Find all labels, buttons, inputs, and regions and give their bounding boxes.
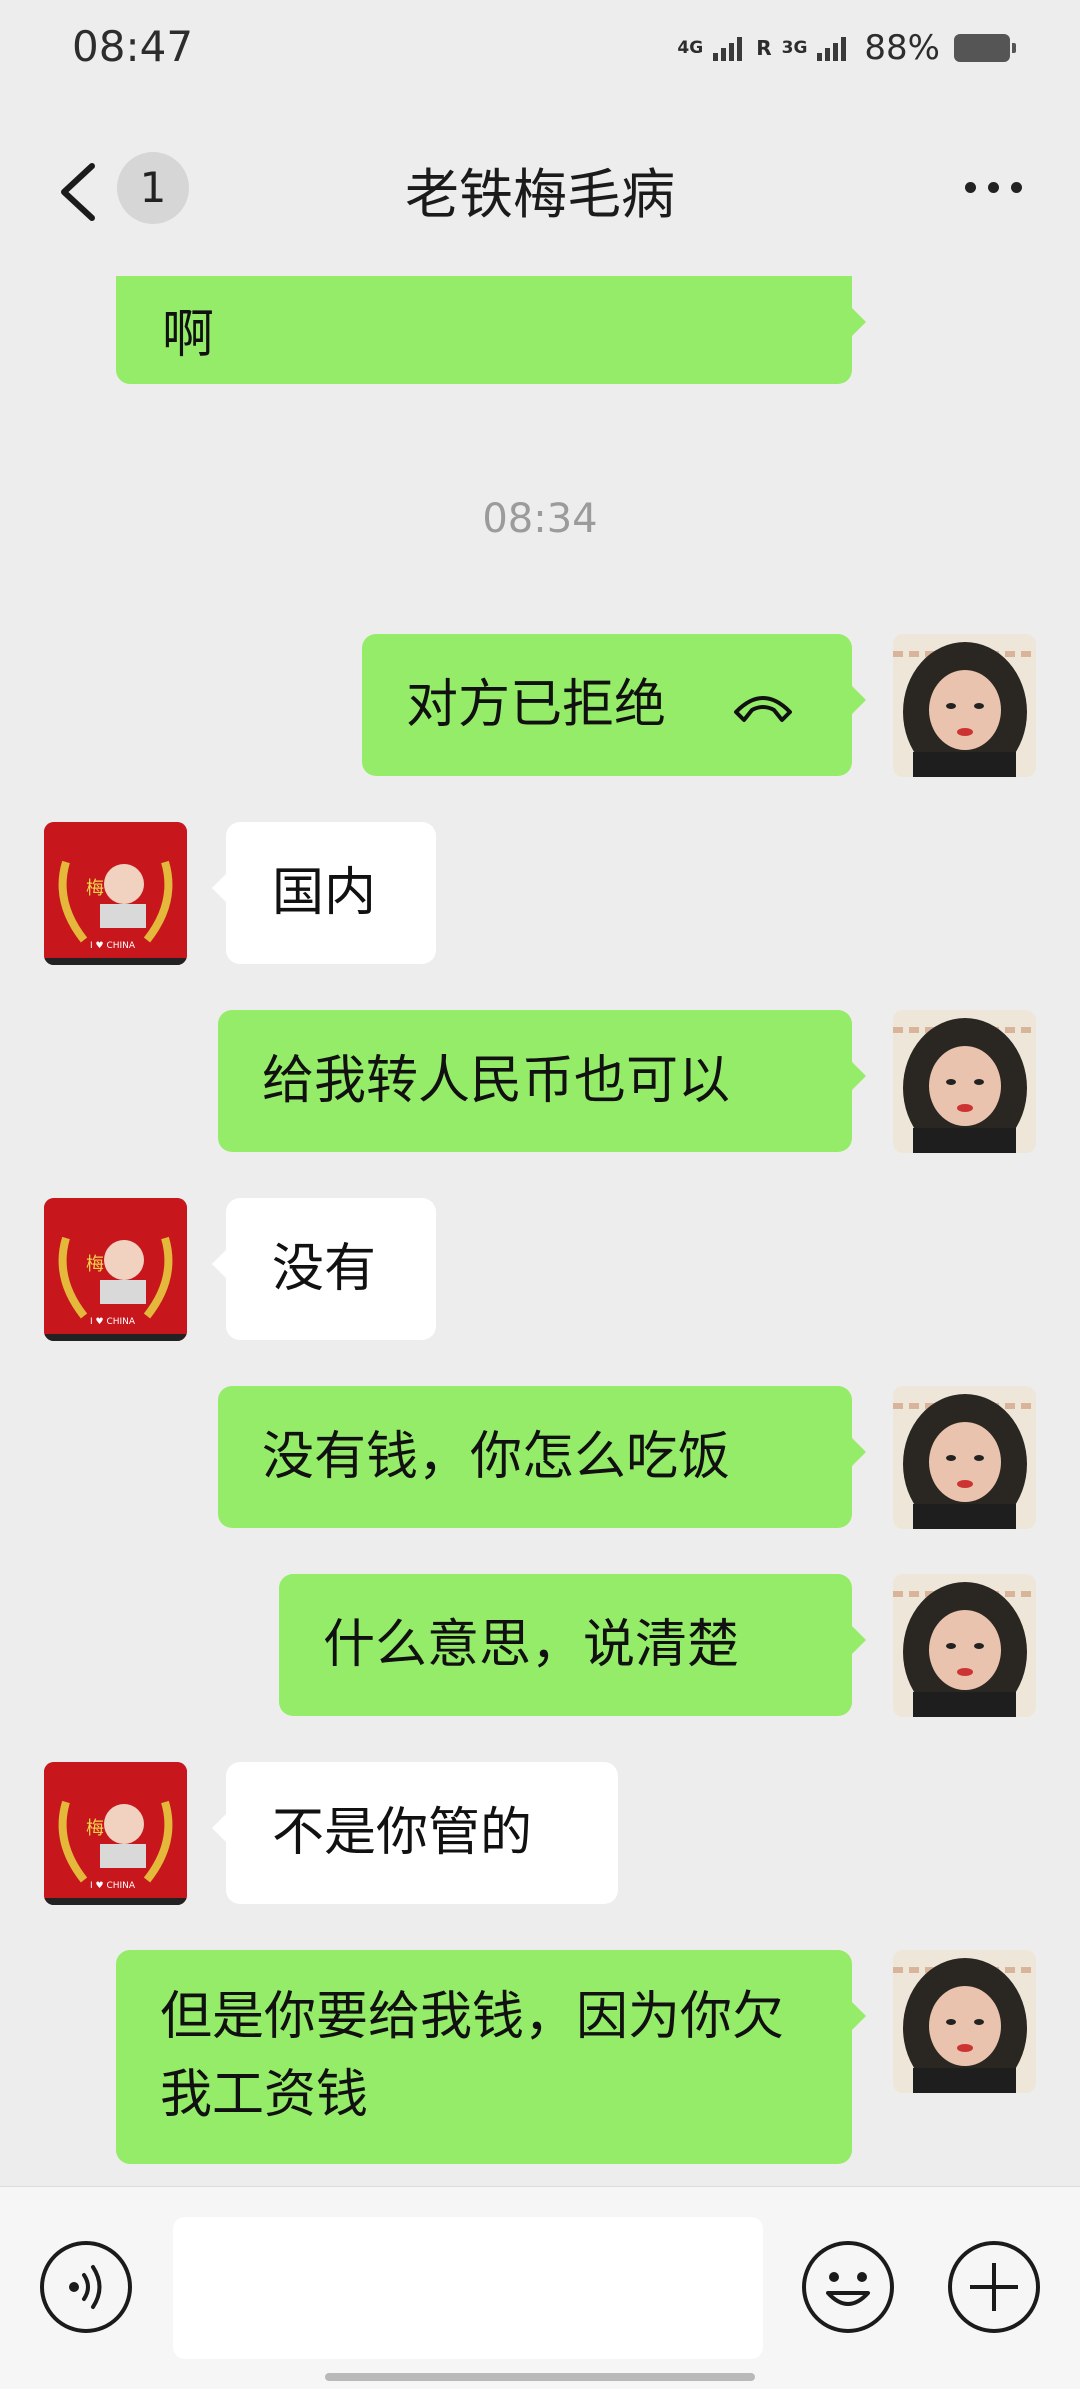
signal-icon-2 <box>817 35 847 61</box>
self-avatar-image <box>893 1386 1036 1529</box>
status-bar: 08:47 4G R 3G 88% <box>0 0 1080 100</box>
message-bubble-in[interactable]: 不是你管的 <box>212 1762 618 1904</box>
status-time: 08:47 <box>72 22 194 71</box>
voice-icon[interactable] <box>38 2239 134 2335</box>
home-indicator[interactable] <box>325 2373 755 2381</box>
message-text: 啊 <box>162 305 215 365</box>
message-bubble-out[interactable]: 但是你要给我钱，因为你欠我工资钱 <box>116 1950 866 2164</box>
self-avatar-image <box>893 1010 1036 1153</box>
contact-avatar[interactable]: 梅 I ♥ CHINA <box>44 822 187 965</box>
self-avatar-image <box>893 1950 1036 2093</box>
message-bubble-out[interactable]: 没有钱，你怎么吃饭 <box>218 1386 866 1528</box>
message-text: 不是你管的 <box>272 1803 533 1863</box>
self-avatar[interactable] <box>893 1574 1036 1717</box>
message-list[interactable]: 啊 08:34 对方已拒绝 梅 I ♥ CHINA 国内 给我转人民币也可以 梅… <box>0 276 1080 2186</box>
svg-text:梅: 梅 <box>86 878 104 899</box>
self-avatar[interactable] <box>893 634 1036 777</box>
chat-title: 老铁梅毛病 <box>405 163 675 226</box>
status-indicators: 4G R 3G 88% <box>677 28 1016 68</box>
emoji-icon[interactable] <box>800 2239 896 2335</box>
message-bubble-out[interactable]: 啊 <box>116 276 866 384</box>
message-text: 国内 <box>272 863 377 923</box>
network-label-2: 3G <box>781 37 808 58</box>
more-options-icon[interactable] <box>965 182 1022 193</box>
message-text: 没有 <box>272 1239 377 1299</box>
contact-avatar-image: 梅 I ♥ CHINA <box>44 1198 187 1341</box>
roaming-label: R <box>756 36 772 60</box>
svg-text:I ♥ CHINA: I ♥ CHINA <box>90 1317 136 1327</box>
call-declined-icon <box>734 696 792 722</box>
message-bubble-in[interactable]: 国内 <box>212 822 436 964</box>
svg-text:梅: 梅 <box>86 1818 104 1839</box>
svg-text:梅: 梅 <box>86 1254 104 1275</box>
message-text: 但是你要给我钱，因为你欠我工资钱 <box>160 1987 785 2125</box>
message-timestamp: 08:34 <box>482 496 598 542</box>
self-avatar[interactable] <box>893 1950 1036 2093</box>
battery-icon <box>954 34 1016 62</box>
signal-icon <box>713 35 743 61</box>
self-avatar[interactable] <box>893 1010 1036 1153</box>
svg-text:I ♥ CHINA: I ♥ CHINA <box>90 1881 136 1891</box>
contact-avatar-image: 梅 I ♥ CHINA <box>44 1762 187 1905</box>
message-text: 给我转人民币也可以 <box>262 1051 731 1111</box>
contact-avatar-image: 梅 I ♥ CHINA <box>44 822 187 965</box>
svg-text:I ♥ CHINA: I ♥ CHINA <box>90 941 136 951</box>
contact-avatar[interactable]: 梅 I ♥ CHINA <box>44 1762 187 1905</box>
message-input[interactable] <box>173 2217 763 2359</box>
message-bubble-out[interactable]: 给我转人民币也可以 <box>218 1010 866 1152</box>
self-avatar-image <box>893 1574 1036 1717</box>
input-bar <box>0 2186 1080 2389</box>
network-label-1: 4G <box>677 37 704 58</box>
message-bubble-out[interactable]: 什么意思，说清楚 <box>279 1574 866 1716</box>
message-text: 对方已拒绝 <box>406 675 667 735</box>
contact-avatar[interactable]: 梅 I ♥ CHINA <box>44 1198 187 1341</box>
battery-percent: 88% <box>864 28 940 68</box>
self-avatar-image <box>893 634 1036 777</box>
self-avatar[interactable] <box>893 1386 1036 1529</box>
call-declined-bubble[interactable]: 对方已拒绝 <box>362 634 866 776</box>
message-text: 什么意思，说清楚 <box>323 1615 740 1675</box>
message-bubble-in[interactable]: 没有 <box>212 1198 436 1340</box>
plus-icon[interactable] <box>946 2239 1042 2335</box>
message-text: 没有钱，你怎么吃饭 <box>262 1427 731 1487</box>
